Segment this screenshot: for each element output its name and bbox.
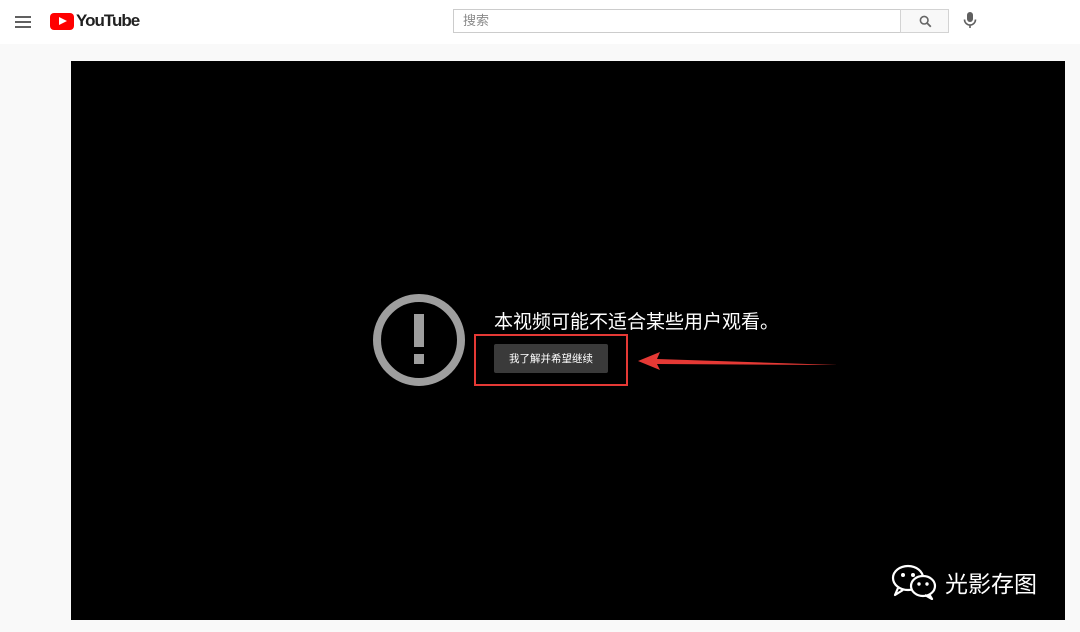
hamburger-menu-icon[interactable] (10, 8, 36, 34)
content-warning-message: 本视频可能不适合某些用户观看。 (494, 311, 780, 333)
search-button[interactable] (900, 9, 949, 33)
youtube-logo[interactable]: YouTube (50, 11, 140, 31)
wechat-icon (891, 564, 937, 600)
watermark-text: 光影存图 (945, 572, 1037, 598)
voice-search-button[interactable] (958, 8, 982, 32)
search-input[interactable] (453, 9, 901, 33)
annotation-arrow-icon (638, 352, 838, 370)
watermark: 光影存图 (891, 564, 1037, 600)
search-icon (919, 15, 932, 28)
video-player[interactable]: 本视频可能不适合某些用户观看。 我了解并希望继续 光影存图 (71, 61, 1065, 620)
continue-button[interactable]: 我了解并希望继续 (494, 344, 608, 373)
warning-icon (373, 294, 465, 386)
microphone-icon (963, 12, 977, 28)
logo-text: YouTube (76, 11, 140, 30)
youtube-play-icon (50, 12, 74, 30)
top-bar: YouTube (0, 0, 1080, 44)
